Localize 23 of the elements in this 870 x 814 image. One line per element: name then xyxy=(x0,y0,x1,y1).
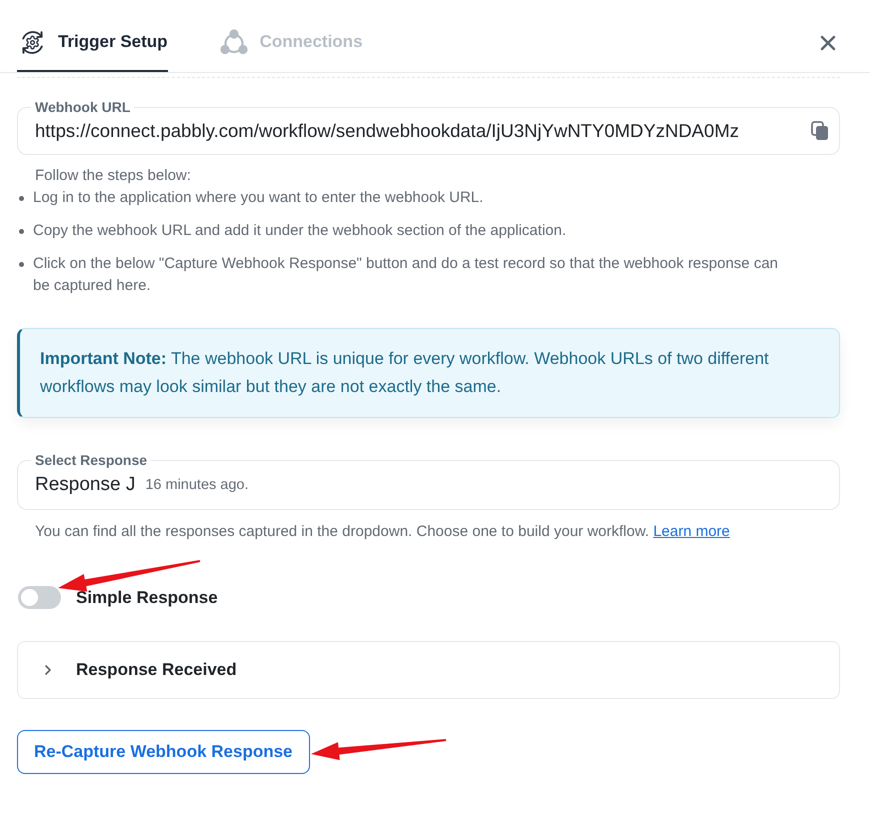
webhook-url-field[interactable]: Webhook URL https://connect.pabbly.com/workflow/sendwebhookdata/IjU3NjYwNTY0MDYzNDA0Mz xyxy=(17,99,840,155)
accordion-header[interactable]: Response Received xyxy=(17,641,840,699)
recapture-button[interactable]: Re-Capture Webhook Response xyxy=(17,730,310,774)
important-note: Important Note: The webhook URL is unique for every workflow. Webhook URLs of two different workflows may look similar but they are not exactly the same. xyxy=(17,328,840,418)
toggle-switch[interactable] xyxy=(18,586,61,609)
field-label: Select Response xyxy=(34,452,148,468)
learn-more-link[interactable]: Learn more xyxy=(653,523,730,540)
connections-icon xyxy=(220,29,248,55)
helper-text: You can find all the responses captured in the dropdown. Choose one to build your workflow. Learn more xyxy=(34,522,731,542)
toggle-label: Simple Response xyxy=(76,588,218,608)
steps-intro: Follow the steps below: xyxy=(34,166,192,186)
tab[interactable]: Trigger Setup xyxy=(17,14,168,72)
bullet-icon xyxy=(19,229,24,234)
response-time: 16 minutes ago. xyxy=(145,477,249,493)
step-text: Log in to the application where you want to enter the webhook URL. xyxy=(33,188,484,208)
bullet-icon xyxy=(19,262,24,267)
selected-response: Response J xyxy=(35,474,136,496)
bullet-icon xyxy=(19,196,24,201)
step-text: Click on the below "Capture Webhook Response" button and do a test record so that the webhook response can be captured here. xyxy=(33,254,779,296)
field-label: Webhook URL xyxy=(34,99,132,115)
copy-icon[interactable] xyxy=(811,121,829,141)
step-text: Copy the webhook URL and add it under the webhook section of the application. xyxy=(33,221,566,241)
select-response-field[interactable]: Select Response Response J 16 minutes ago. xyxy=(17,452,840,510)
